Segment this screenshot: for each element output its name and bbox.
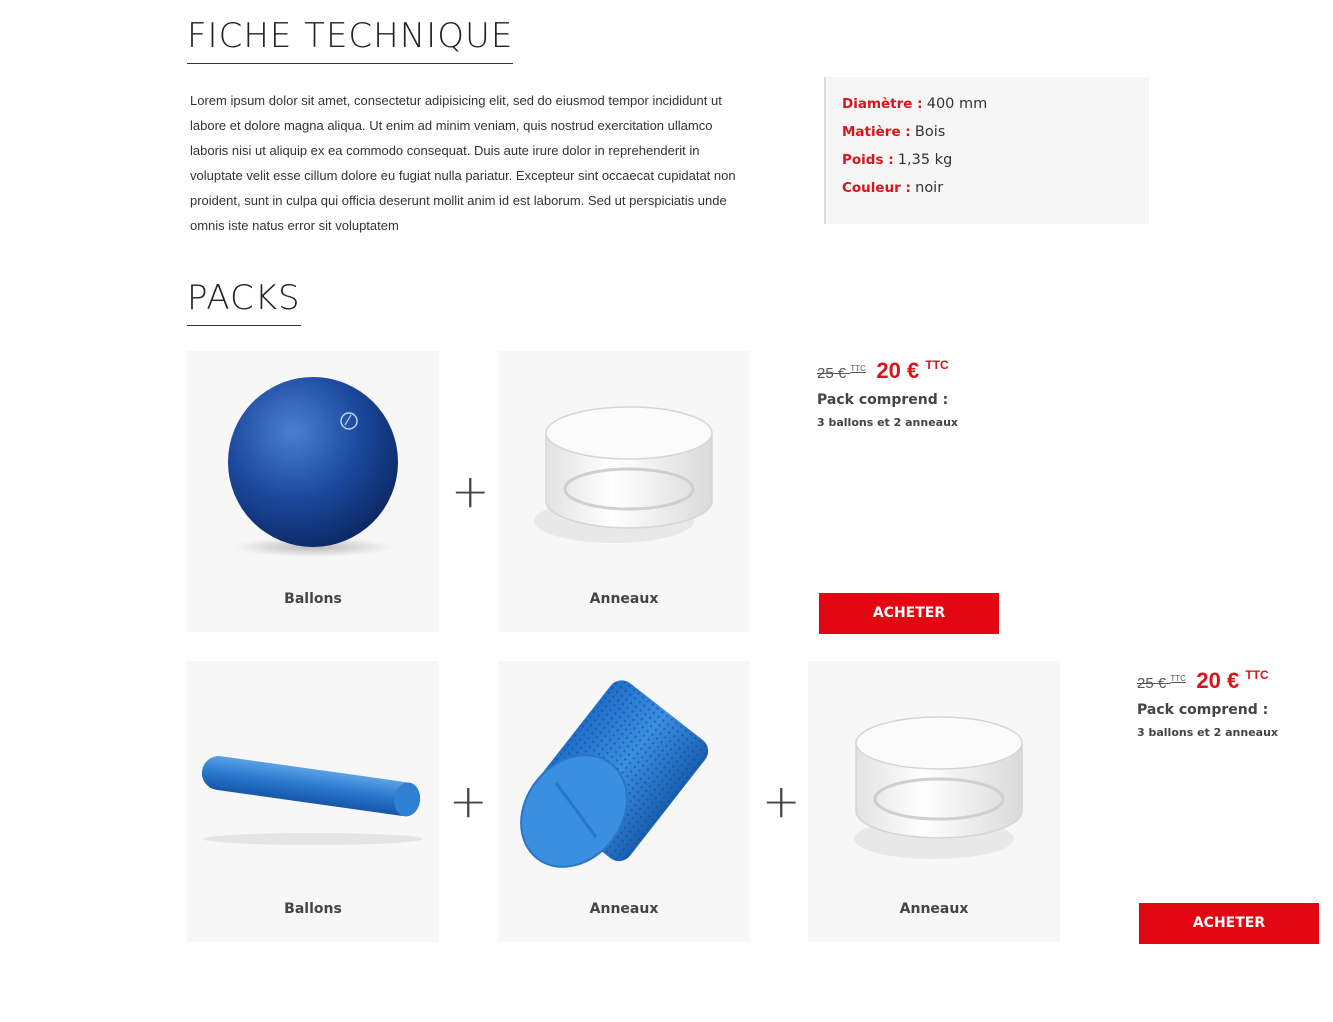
pack-1-product-anneaux[interactable]: Anneaux — [498, 351, 750, 632]
price-line: 25 € TTC 20 € TTC — [1137, 668, 1278, 694]
packs-title: PACKS — [187, 279, 301, 327]
ring-image — [534, 406, 713, 543]
plus-icon: + — [762, 774, 801, 828]
product-label: Anneaux — [589, 901, 659, 917]
spec-value: Bois — [914, 124, 946, 140]
fiche-technique-title: FICHE TECHNIQUE — [187, 17, 514, 65]
pack-2-price-info: 25 € TTC 20 € TTC Pack comprend : 3 ball… — [1137, 668, 1278, 739]
foam-roller-textured-image — [520, 680, 709, 868]
price-line: 25 € TTC 20 € TTC — [817, 358, 958, 384]
old-ttc: TTC — [1170, 674, 1186, 683]
spec-label: Couleur : — [842, 180, 911, 196]
pack-description: 3 ballons et 2 anneaux — [817, 416, 959, 429]
new-ttc: TTC — [925, 358, 949, 372]
spec-poids: Poids : 1,35 kg — [842, 146, 1133, 174]
pack-description: 3 ballons et 2 anneaux — [1137, 726, 1279, 739]
new-price-value: 20 € — [876, 358, 920, 383]
plus-icon: + — [449, 774, 488, 828]
pack-1-price-info: 25 € TTC 20 € TTC Pack comprend : 3 ball… — [817, 358, 958, 429]
spec-value: noir — [915, 180, 944, 196]
new-price: 20 € TTC — [1196, 668, 1268, 693]
pack-2-product-anneaux-2[interactable]: Anneaux — [808, 661, 1060, 942]
pack-2-product-anneaux-1[interactable]: Anneaux — [498, 661, 750, 942]
ring-image — [854, 716, 1023, 859]
old-price: 25 € TTC — [1137, 674, 1186, 692]
old-price-value: 25 € — [1137, 675, 1167, 692]
spec-matiere: Matière : Bois — [842, 118, 1133, 146]
product-label: Anneaux — [589, 591, 659, 607]
spec-label: Matière : — [842, 124, 911, 140]
old-ttc: TTC — [850, 364, 866, 373]
spec-couleur: Couleur : noir — [842, 174, 1133, 202]
plus-icon: + — [451, 464, 490, 518]
new-ttc: TTC — [1245, 668, 1269, 682]
foam-roller-long-image — [201, 756, 423, 845]
pack-title: Pack comprend : — [817, 392, 949, 408]
pack-2-product-ballons[interactable]: Ballons — [187, 661, 439, 942]
spec-value: 1,35 kg — [897, 152, 953, 168]
pack-1-product-ballons[interactable]: Ballons — [187, 351, 439, 632]
buy-button[interactable]: ACHETER — [819, 593, 999, 634]
old-price-value: 25 € — [817, 365, 847, 382]
spec-value: 400 mm — [926, 96, 988, 112]
product-description: Lorem ipsum dolor sit amet, consectetur … — [190, 93, 736, 233]
new-price-value: 20 € — [1196, 668, 1240, 693]
spec-label: Poids : — [842, 152, 894, 168]
spec-label: Diamètre : — [842, 96, 923, 112]
product-label: Ballons — [284, 901, 342, 917]
old-price: 25 € TTC — [817, 364, 866, 382]
product-label: Anneaux — [899, 901, 969, 917]
pack-title: Pack comprend : — [1137, 702, 1269, 718]
spec-diametre: Diamètre : 400 mm — [842, 90, 1133, 118]
pilates-ball-image — [228, 377, 398, 557]
new-price: 20 € TTC — [876, 358, 948, 383]
buy-button[interactable]: ACHETER — [1139, 903, 1319, 944]
specs-panel: Diamètre : 400 mm Matière : Bois Poids :… — [824, 77, 1149, 224]
product-label: Ballons — [284, 591, 342, 607]
